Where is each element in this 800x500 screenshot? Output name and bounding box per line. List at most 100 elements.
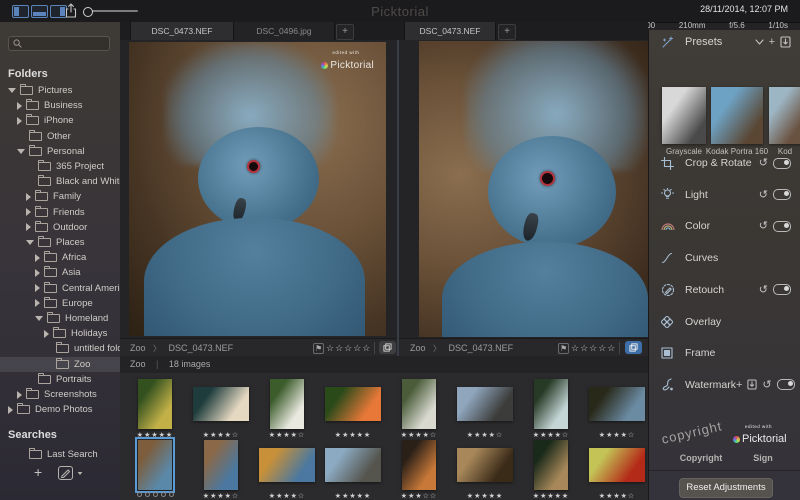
- thumbnail-rating[interactable]: ★★★☆☆: [386, 492, 452, 500]
- thumbnail-rating[interactable]: ★★★★☆: [188, 431, 254, 439]
- thumbnail-red-berries[interactable]: [589, 448, 645, 482]
- add-tab-right-button[interactable]: +: [498, 24, 516, 40]
- thumbnail-crowned-pigeon-2[interactable]: [204, 440, 238, 490]
- thumbnail-rating[interactable]: ★★★★★: [518, 492, 584, 500]
- copyright-label[interactable]: Copyright: [671, 453, 731, 463]
- thumbnail-rating[interactable]: ★★★★☆: [254, 492, 320, 500]
- add-folder-button[interactable]: +: [34, 464, 42, 480]
- thumbnail-rating[interactable]: ★★★★★: [320, 492, 386, 500]
- disclosure-right-icon[interactable]: [26, 208, 31, 216]
- preset-thumb-kodak-portra-160[interactable]: [711, 87, 763, 144]
- thumbnail-mandrill[interactable]: [402, 440, 436, 490]
- reset-section-icon[interactable]: ↺: [759, 190, 768, 200]
- thumbnail-pigeon-on-branch[interactable]: [589, 387, 645, 421]
- thumbnail-pigeon-closeup[interactable]: [259, 448, 315, 482]
- thumbnail-rating[interactable]: ★★★★☆: [188, 492, 254, 500]
- thumbnail-flamingo[interactable]: [325, 387, 381, 421]
- tab-left-1[interactable]: DSC_0473.NEF: [130, 22, 234, 40]
- preset-thumb-grayscale[interactable]: [662, 87, 706, 144]
- thumbnail-lemur-sky[interactable]: [457, 387, 513, 421]
- thumbnail-waterfall[interactable]: [534, 379, 568, 429]
- flag-icon[interactable]: ⚑: [558, 343, 569, 354]
- section-toggle[interactable]: [773, 221, 791, 232]
- folder-item-personal[interactable]: Personal: [0, 144, 137, 159]
- disclosure-down-icon[interactable]: [8, 88, 16, 93]
- watermark-preview-sign[interactable]: edited with Picktorial: [733, 424, 787, 447]
- folder-item-iphone[interactable]: iPhone: [0, 113, 137, 128]
- section-retouch[interactable]: Retouch↺: [649, 280, 800, 300]
- folder-item-screenshots[interactable]: Screenshots: [0, 387, 137, 402]
- disclosure-right-icon[interactable]: [26, 223, 31, 231]
- thumbnail-rating[interactable]: ★★★★☆: [452, 431, 518, 439]
- reset-section-icon[interactable]: ↺: [762, 380, 771, 390]
- preset-thumb-kod[interactable]: [769, 87, 800, 144]
- breadcrumb-collection[interactable]: Zoo: [130, 343, 146, 353]
- search-input[interactable]: [8, 36, 110, 51]
- disclosure-right-icon[interactable]: [17, 391, 22, 399]
- breadcrumb-collection[interactable]: Zoo: [410, 343, 426, 353]
- folder-item-pictures[interactable]: Pictures: [0, 83, 128, 98]
- duplicate-version-button[interactable]: [379, 341, 396, 354]
- disclosure-right-icon[interactable]: [35, 269, 40, 277]
- tab-right-1[interactable]: DSC_0473.NEF: [404, 22, 496, 40]
- rating-stars-right[interactable]: ☆☆☆☆☆: [571, 343, 616, 354]
- folder-item-other[interactable]: Other: [0, 129, 137, 144]
- chevron-down-icon[interactable]: [755, 39, 764, 45]
- thumbnail-rating[interactable]: [122, 492, 188, 499]
- thumbnail-lemur[interactable]: [402, 379, 436, 429]
- section-color[interactable]: Color↺: [649, 216, 800, 236]
- section-curves[interactable]: Curves: [649, 248, 800, 268]
- photo-left-crowned-pigeon[interactable]: edited with Picktorial: [129, 42, 386, 336]
- section-toggle[interactable]: [773, 189, 791, 200]
- add-tab-left-button[interactable]: +: [336, 24, 354, 40]
- section-light[interactable]: Light↺: [649, 185, 800, 205]
- reset-section-icon[interactable]: ↺: [759, 158, 768, 168]
- thumbnail-pelicans[interactable]: [193, 387, 249, 421]
- disclosure-right-icon[interactable]: [44, 330, 49, 338]
- section-overlay[interactable]: Overlay: [649, 312, 800, 332]
- sign-label[interactable]: Sign: [741, 453, 785, 463]
- disclosure-right-icon[interactable]: [17, 117, 22, 125]
- thumbnail-rating[interactable]: ★★★★★: [452, 492, 518, 500]
- edit-smart-folder-button[interactable]: [58, 466, 73, 480]
- thumbnail-rating[interactable]: ★★★★★: [320, 431, 386, 439]
- section-crop-rotate[interactable]: Crop & Rotate↺: [649, 153, 800, 173]
- thumbnail-rating[interactable]: ★★★★☆: [386, 431, 452, 439]
- thumbnail-monkey-statue[interactable]: [325, 448, 381, 482]
- add-preset-button[interactable]: +: [769, 36, 775, 48]
- photo-right-crowned-pigeon[interactable]: [419, 41, 648, 337]
- thumbnail-crowned-crane[interactable]: [138, 379, 172, 429]
- disclosure-right-icon[interactable]: [35, 299, 40, 307]
- disclosure-right-icon[interactable]: [8, 406, 13, 414]
- thumbnail-stork[interactable]: [270, 379, 304, 429]
- search-item-last-search[interactable]: Last Search: [0, 447, 137, 462]
- reset-section-icon[interactable]: ↺: [759, 221, 768, 231]
- disclosure-down-icon[interactable]: [17, 149, 25, 154]
- thumbnail-bear-cub[interactable]: [534, 440, 568, 490]
- watermark-add-button[interactable]: +: [736, 379, 742, 391]
- reset-section-icon[interactable]: ↺: [759, 285, 768, 295]
- watermark-import-icon[interactable]: [747, 379, 757, 390]
- disclosure-right-icon[interactable]: [17, 102, 22, 110]
- section-watermark[interactable]: Watermark+↺: [649, 375, 800, 395]
- disclosure-down-icon[interactable]: [35, 316, 43, 321]
- section-frame[interactable]: Frame: [649, 343, 800, 363]
- rating-stars-left[interactable]: ☆☆☆☆☆: [326, 343, 371, 354]
- thumbnail-rating[interactable]: ★★★★★: [122, 431, 188, 439]
- tab-left-2[interactable]: DSC_0496.jpg: [233, 22, 335, 40]
- section-toggle[interactable]: [777, 379, 795, 390]
- disclosure-right-icon[interactable]: [26, 193, 31, 201]
- thumbnail-leopard[interactable]: [457, 448, 513, 482]
- reset-adjustments-button[interactable]: Reset Adjustments: [679, 478, 773, 498]
- duplicate-version-button-active[interactable]: [625, 341, 642, 354]
- section-toggle[interactable]: [773, 284, 791, 295]
- import-preset-icon[interactable]: [780, 36, 791, 48]
- watermark-preview-copyright[interactable]: copyright: [660, 418, 724, 447]
- thumbnail-rating[interactable]: ★★★★☆: [584, 492, 650, 500]
- thumbnail-rating[interactable]: ★★★★☆: [518, 431, 584, 439]
- flag-icon[interactable]: ⚑: [313, 343, 324, 354]
- thumbnail-crowned-pigeon[interactable]: [138, 440, 172, 490]
- folder-item-business[interactable]: Business: [0, 98, 137, 113]
- thumbnail-rating[interactable]: ★★★★☆: [584, 431, 650, 439]
- thumbnail-rating[interactable]: ★★★★☆: [254, 431, 320, 439]
